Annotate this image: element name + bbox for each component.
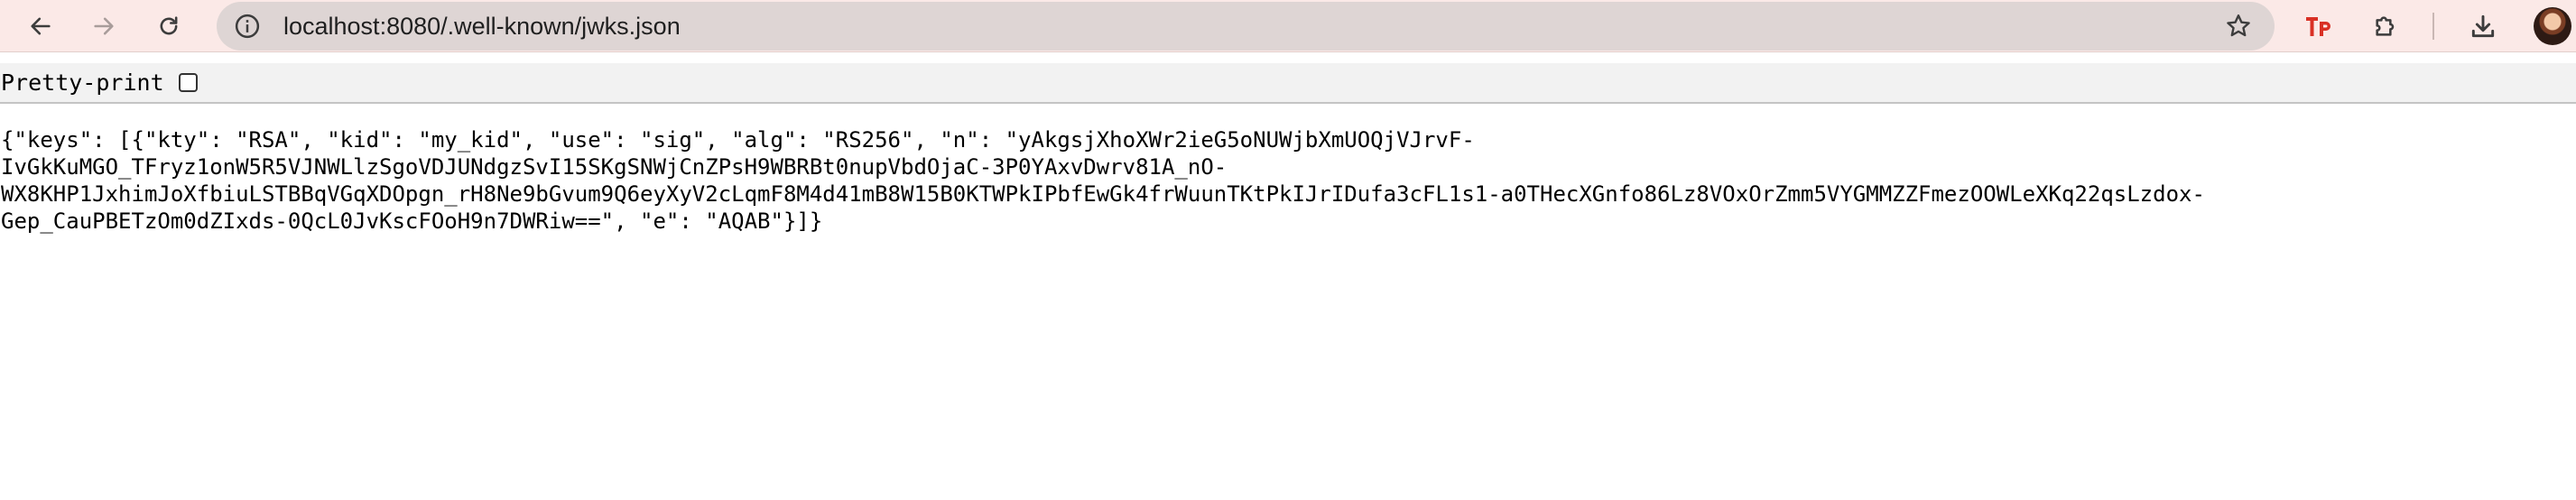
site-info-icon [235,14,260,39]
back-arrow-icon [31,17,51,35]
puzzle-icon [2376,16,2395,36]
json-line: WX8KHP1JxhimJoXfbiuLSTBBqVGqXDOpgn_rH8Ne… [1,181,2205,207]
reload-button[interactable] [148,5,190,47]
json-line: Gep_CauPBETzOm0dZIxds-0QcL0JvKscFOoH9n7D… [1,208,823,234]
pretty-print-label[interactable]: Pretty-print [1,63,164,102]
site-info-button[interactable] [229,8,265,44]
toolbar-divider [2432,13,2434,40]
forward-arrow-icon [94,17,114,35]
url-text[interactable]: localhost:8080/.well-known/jwks.json [283,2,681,51]
downloads-button[interactable] [2462,5,2504,47]
extensions-button[interactable] [2365,5,2406,47]
json-content: {"keys": [{"kty": "RSA", "kid": "my_kid"… [1,126,2573,235]
json-line: IvGkKuMGO_TFryz1onW5R5VJNWLlzSgoVDJUNdgz… [1,154,1228,180]
json-line: {"keys": [{"kty": "RSA", "kid": "my_kid"… [1,127,1475,153]
bookmark-button[interactable] [2220,8,2256,44]
back-button[interactable] [20,5,61,47]
avatar[interactable] [2534,7,2571,45]
pretty-print-checkbox[interactable] [179,73,198,92]
tp-extension-icon [2306,17,2330,36]
address-bar[interactable]: localhost:8080/.well-known/jwks.json [217,2,2275,51]
tp-extension-button[interactable] [2299,5,2340,47]
download-icon [2471,14,2495,38]
star-icon [2227,14,2250,37]
reload-icon [160,16,178,35]
browser-toolbar: localhost:8080/.well-known/jwks.json [0,0,2576,52]
forward-button[interactable] [83,5,125,47]
pretty-print-bar: Pretty-print [0,63,2576,104]
